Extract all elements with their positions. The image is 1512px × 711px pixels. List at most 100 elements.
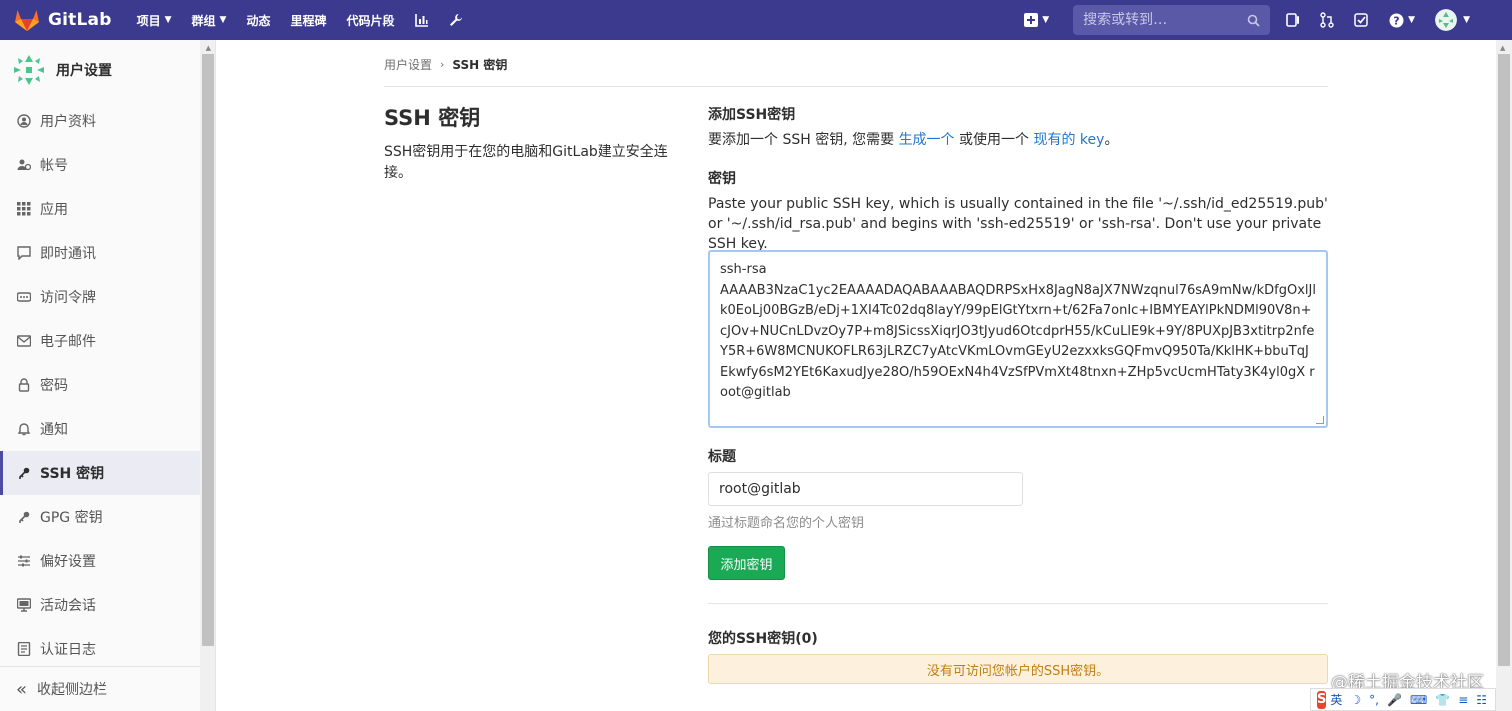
- brand-link[interactable]: GitLab: [14, 8, 112, 32]
- email-icon: [16, 334, 32, 348]
- nav-activity[interactable]: 动态: [246, 12, 270, 29]
- search-input[interactable]: [1083, 12, 1234, 28]
- instructions-middle: 或使用一个: [954, 132, 1034, 148]
- sidebar-item-label: 电子邮件: [40, 334, 96, 350]
- breadcrumb: 用户设置 › SSH 密钥: [384, 56, 507, 73]
- key-textarea[interactable]: ssh-rsa AAAAB3NzaC1yc2EAAAADAQABAAABAQDR…: [710, 252, 1326, 426]
- sidebar-item-label: 即时通讯: [40, 246, 96, 262]
- double-chevron-left-icon: «: [16, 678, 28, 700]
- breadcrumb-current[interactable]: SSH 密钥: [452, 56, 507, 73]
- sidebar-item-profile[interactable]: 用户资料: [0, 99, 200, 143]
- title-input[interactable]: [708, 472, 1023, 506]
- nav-groups[interactable]: 群组 ▼: [192, 12, 227, 29]
- add-key-button[interactable]: 添加密钥: [708, 546, 785, 580]
- merge-request-icon[interactable]: [1320, 12, 1334, 28]
- svg-text:?: ?: [1393, 14, 1399, 27]
- chart-icon[interactable]: [414, 13, 429, 27]
- log-icon: [16, 642, 32, 656]
- nav-snippets[interactable]: 代码片段: [347, 12, 395, 29]
- key-icon: [16, 510, 32, 524]
- todo-icon[interactable]: [1354, 12, 1369, 28]
- ime-menu-icon[interactable]: ≡: [1458, 693, 1468, 707]
- sidebar-nav: 用户资料 帐号 应用 即时通讯 访问令牌 电子邮件 密码 通知 SSH 密钥 G…: [0, 99, 200, 671]
- key-textarea-wrapper: ssh-rsa AAAAB3NzaC1yc2EAAAADAQABAAABAQDR…: [708, 250, 1328, 428]
- sidebar-item-access-tokens[interactable]: 访问令牌: [0, 275, 200, 319]
- sidebar-item-applications[interactable]: 应用: [0, 187, 200, 231]
- main-content: 用户设置 › SSH 密钥 SSH 密钥 SSH密钥用于在您的电脑和GitLab…: [216, 40, 1496, 711]
- new-dropdown-button[interactable]: ▼: [1024, 13, 1049, 27]
- sidebar-item-auth-log[interactable]: 认证日志: [0, 627, 200, 671]
- chevron-down-icon: ▼: [1408, 15, 1416, 25]
- search-icon: [1247, 14, 1260, 27]
- collapse-sidebar-button[interactable]: « 收起侧边栏: [0, 666, 200, 711]
- sidebar-item-label: 用户资料: [40, 114, 96, 130]
- gitlab-logo: [15, 10, 39, 31]
- instructions-suffix: 。: [1104, 132, 1119, 148]
- page-description: SSH密钥用于在您的电脑和GitLab建立安全连接。: [384, 144, 668, 181]
- key-label: 密钥: [708, 171, 736, 187]
- sidebar-title: 用户设置: [56, 63, 112, 79]
- sidebar-item-preferences[interactable]: 偏好设置: [0, 539, 200, 583]
- ime-toolbar[interactable]: S 英 ☽ °, 🎤 ⌨ 👕 ≡ ☷: [1310, 688, 1496, 711]
- monitor-icon: [16, 598, 32, 612]
- chevron-down-icon: ▼: [164, 15, 172, 25]
- user-avatar: [12, 53, 46, 87]
- title-help-text: 通过标题命名您的个人密钥: [708, 516, 865, 531]
- search-box[interactable]: [1073, 5, 1271, 35]
- ime-logo[interactable]: S: [1317, 690, 1327, 709]
- sidebar-item-label: 应用: [40, 202, 68, 218]
- sidebar-item-notifications[interactable]: 通知: [0, 407, 200, 451]
- add-ssh-key-instructions: 要添加一个 SSH 密钥, 您需要 生成一个 或使用一个 现有的 key。: [708, 130, 1118, 150]
- sidebar-item-ssh-keys[interactable]: SSH 密钥: [0, 451, 200, 495]
- ime-microphone-icon[interactable]: 🎤: [1387, 693, 1402, 707]
- sidebar-item-label: 帐号: [40, 158, 68, 174]
- top-navbar: GitLab 项目 ▼ 群组 ▼ 动态 里程碑 代码片段 ▼ 搜索或转到… ? …: [0, 0, 1512, 40]
- existing-key-link[interactable]: 现有的 key: [1033, 132, 1104, 148]
- page-scrollbar[interactable]: ▲: [1496, 40, 1512, 711]
- sidebar-item-active-sessions[interactable]: 活动会话: [0, 583, 200, 627]
- resize-grip-icon[interactable]: [1316, 416, 1324, 424]
- sidebar-item-label: 通知: [40, 422, 68, 438]
- nav-projects-label: 项目: [136, 13, 161, 28]
- scroll-up-arrow-icon[interactable]: ▲: [206, 44, 211, 52]
- sidebar-item-label: 活动会话: [40, 598, 96, 614]
- avatar: [1435, 9, 1458, 31]
- add-ssh-key-heading: 添加SSH密钥: [708, 107, 796, 123]
- sidebar-item-label: 偏好设置: [40, 554, 96, 570]
- ime-grid-icon[interactable]: ☷: [1476, 693, 1487, 707]
- ime-keyboard-icon[interactable]: ⌨: [1410, 693, 1427, 707]
- ime-punctuation[interactable]: °,: [1369, 693, 1379, 707]
- collapse-sidebar-label: 收起侧边栏: [37, 682, 108, 698]
- page-scrollbar-thumb[interactable]: [1498, 54, 1510, 666]
- nav-groups-label: 群组: [191, 13, 216, 28]
- ime-skin-icon[interactable]: 👕: [1435, 693, 1450, 707]
- sidebar-item-label: SSH 密钥: [40, 466, 105, 482]
- breadcrumb-parent[interactable]: 用户设置: [384, 56, 432, 73]
- ime-language[interactable]: 英: [1330, 691, 1342, 708]
- token-icon: [16, 290, 32, 304]
- sidebar-scrollbar[interactable]: ▲: [200, 40, 215, 711]
- ime-moon-icon[interactable]: ☽: [1350, 693, 1361, 707]
- sidebar-item-label: 访问令牌: [40, 290, 96, 306]
- nav-projects[interactable]: 项目 ▼: [137, 12, 172, 29]
- sidebar-item-account[interactable]: 帐号: [0, 143, 200, 187]
- sidebar-item-gpg-keys[interactable]: GPG 密钥: [0, 495, 200, 539]
- sidebar-item-chat[interactable]: 即时通讯: [0, 231, 200, 275]
- sidebar-item-password[interactable]: 密码: [0, 363, 200, 407]
- preferences-icon: [16, 554, 32, 568]
- title-label: 标题: [708, 449, 736, 465]
- scroll-up-arrow-icon[interactable]: ▲: [1500, 44, 1505, 52]
- key-help-text: Paste your public SSH key, which is usua…: [708, 196, 1328, 252]
- sidebar-item-emails[interactable]: 电子邮件: [0, 319, 200, 363]
- wrench-icon[interactable]: [449, 13, 463, 27]
- generate-key-link[interactable]: 生成一个: [899, 132, 955, 148]
- chevron-down-icon: ▼: [1463, 15, 1470, 25]
- sidebar-header[interactable]: 用户设置: [0, 40, 200, 100]
- issues-icon[interactable]: [1286, 12, 1300, 28]
- help-dropdown[interactable]: ? ▼: [1389, 13, 1415, 28]
- nav-milestones[interactable]: 里程碑: [290, 12, 326, 29]
- chevron-down-icon: ▼: [219, 15, 227, 25]
- user-menu[interactable]: ▼: [1435, 9, 1470, 31]
- profile-icon: [16, 114, 32, 128]
- sidebar-scrollbar-thumb[interactable]: [202, 54, 214, 646]
